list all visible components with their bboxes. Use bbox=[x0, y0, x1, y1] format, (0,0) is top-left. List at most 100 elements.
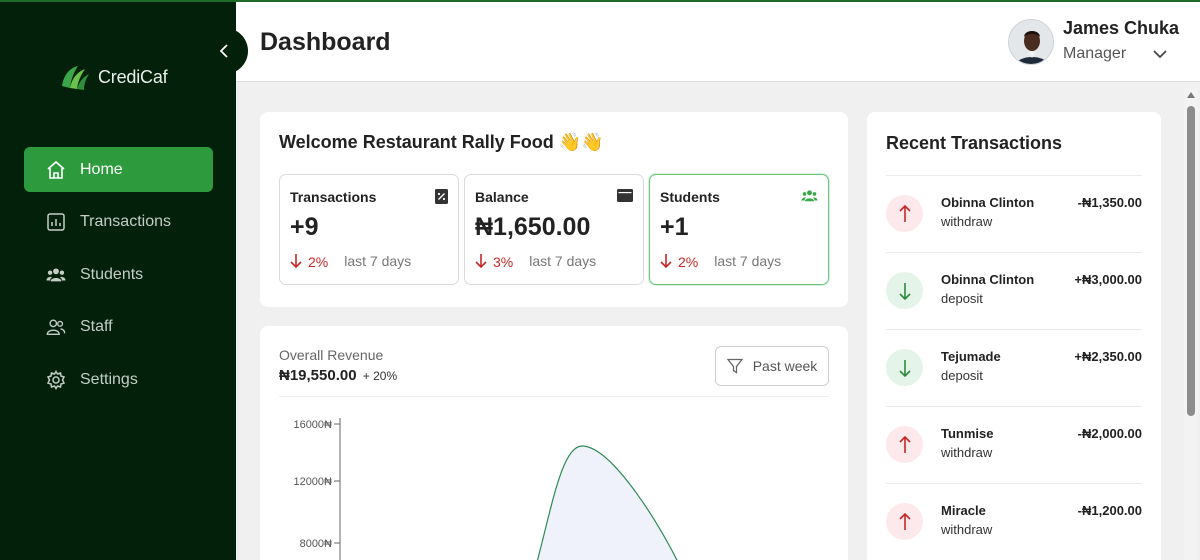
transaction-amount: +₦2,350.00 bbox=[1074, 349, 1142, 364]
stat-change: 2% bbox=[308, 254, 329, 270]
app-name: CrediCaf bbox=[98, 66, 168, 87]
y-tick-label: 8000₦ bbox=[300, 538, 332, 550]
stat-label: Students bbox=[660, 189, 720, 205]
transaction-name: Tejumade bbox=[941, 349, 1001, 364]
arrow-down-icon bbox=[475, 253, 487, 268]
stat-change: 2% bbox=[678, 254, 699, 270]
sidebar-item-transactions[interactable]: Transactions bbox=[24, 200, 213, 245]
list-item[interactable]: Obinna Clinton deposit +₦3,000.00 bbox=[886, 252, 1142, 329]
list-item[interactable]: Miracle withdraw -₦1,200.00 bbox=[886, 483, 1142, 560]
stat-footer: 2% last 7 days bbox=[290, 251, 411, 270]
y-tick-12000: 12000₦ bbox=[293, 476, 340, 488]
revenue-change: + 20% bbox=[362, 369, 398, 383]
app-logo[interactable]: CrediCaf bbox=[58, 60, 168, 94]
arrow-down-icon bbox=[290, 253, 302, 268]
user-name: James Chuka bbox=[1063, 18, 1180, 38]
leaf-logo-icon bbox=[62, 66, 89, 90]
stat-label: Transactions bbox=[290, 189, 377, 205]
transaction-type: deposit bbox=[941, 291, 983, 306]
arrow-up-icon bbox=[886, 426, 923, 463]
list-item[interactable]: Tunmise withdraw -₦2,000.00 bbox=[886, 406, 1142, 483]
sidebar-nav: Home Transactions Students Staff Setting… bbox=[24, 147, 213, 410]
avatar[interactable] bbox=[1008, 19, 1054, 65]
sidebar-item-settings[interactable]: Settings bbox=[24, 357, 213, 402]
stat-period: last 7 days bbox=[344, 252, 412, 269]
transaction-type: withdraw bbox=[941, 522, 993, 537]
revenue-card: Overall Revenue ₦19,550.00 + 20% Past we… bbox=[260, 326, 848, 560]
stat-period: last 7 days bbox=[714, 252, 782, 269]
transaction-name: Obinna Clinton bbox=[941, 195, 1035, 210]
arrow-down-icon bbox=[886, 349, 923, 386]
arrow-down-icon bbox=[660, 253, 672, 268]
users-icon bbox=[801, 189, 818, 207]
stat-change: 3% bbox=[493, 254, 514, 270]
list-item[interactable]: Tejumade deposit +₦2,350.00 bbox=[886, 329, 1142, 406]
sidebar-item-label: Home bbox=[80, 160, 123, 178]
transaction-name: Miracle bbox=[941, 503, 986, 518]
welcome-card: Welcome Restaurant Rally Food 👋👋 Transac… bbox=[260, 112, 848, 307]
sidebar-item-students[interactable]: Students bbox=[24, 252, 213, 297]
y-tick-16000: 16000₦ bbox=[293, 419, 340, 431]
gear-icon bbox=[46, 369, 66, 390]
transaction-amount: -₦1,350.00 bbox=[1077, 195, 1142, 210]
page-title: Dashboard bbox=[260, 28, 391, 56]
filter-label: Past week bbox=[752, 358, 818, 374]
sidebar-item-label: Staff bbox=[80, 318, 113, 335]
staff-icon bbox=[46, 317, 66, 337]
sidebar-collapse-button[interactable] bbox=[202, 28, 248, 74]
wallet-icon bbox=[617, 189, 633, 207]
page-scrollbar[interactable] bbox=[1184, 88, 1198, 560]
filter-icon bbox=[726, 358, 743, 374]
chevron-down-icon[interactable] bbox=[1153, 46, 1167, 64]
stat-card-transactions[interactable]: Transactions +9 2% last 7 days bbox=[279, 174, 459, 285]
stat-card-students[interactable]: Students +1 2% last 7 days bbox=[649, 174, 829, 285]
recent-transactions-title: Recent Transactions bbox=[886, 133, 1063, 153]
stat-value: +9 bbox=[290, 213, 319, 241]
stat-label: Balance bbox=[475, 189, 529, 205]
stat-footer: 2% last 7 days bbox=[660, 251, 781, 270]
user-role: Manager bbox=[1063, 45, 1127, 62]
revenue-value: ₦19,550.00 bbox=[279, 367, 357, 384]
y-tick-label: 12000₦ bbox=[293, 476, 332, 488]
transaction-type: withdraw bbox=[941, 214, 993, 229]
sidebar-item-label: Transactions bbox=[80, 213, 171, 230]
sidebar: CrediCaf Home Transactions Students Staf… bbox=[0, 2, 236, 560]
bar-chart-icon bbox=[46, 212, 66, 232]
list-item[interactable]: Obinna Clinton withdraw -₦1,350.00 bbox=[886, 175, 1142, 252]
transaction-amount: -₦2,000.00 bbox=[1077, 426, 1142, 441]
stat-value: ₦1,650.00 bbox=[475, 213, 591, 241]
divider bbox=[279, 396, 829, 397]
sidebar-item-staff[interactable]: Staff bbox=[24, 305, 213, 350]
revenue-value-row: ₦19,550.00 + 20% bbox=[279, 367, 397, 384]
scroll-up-icon[interactable] bbox=[1187, 92, 1195, 98]
stat-card-balance[interactable]: Balance ₦1,650.00 3% last 7 days bbox=[464, 174, 644, 285]
transaction-name: Obinna Clinton bbox=[941, 272, 1035, 287]
recent-transactions-card: Recent Transactions Obinna Clinton withd… bbox=[867, 112, 1161, 560]
top-header: Dashboard James Chuka Manager bbox=[236, 2, 1200, 82]
receipt-icon bbox=[435, 189, 448, 209]
arrow-down-icon bbox=[886, 272, 923, 309]
stat-footer: 3% last 7 days bbox=[475, 251, 596, 270]
sidebar-item-label: Settings bbox=[80, 370, 138, 388]
arrow-up-icon bbox=[886, 503, 923, 540]
y-tick-label: 16000₦ bbox=[293, 419, 332, 431]
scroll-thumb[interactable] bbox=[1187, 106, 1195, 416]
transaction-list: Obinna Clinton withdraw -₦1,350.00 Obinn… bbox=[886, 175, 1142, 560]
home-icon bbox=[46, 160, 66, 180]
transaction-name: Tunmise bbox=[941, 426, 994, 441]
stat-value: +1 bbox=[660, 213, 689, 241]
transaction-type: deposit bbox=[941, 368, 983, 383]
users-icon bbox=[46, 265, 66, 285]
revenue-label: Overall Revenue bbox=[279, 347, 384, 363]
transaction-type: withdraw bbox=[941, 445, 993, 460]
transaction-amount: +₦3,000.00 bbox=[1074, 272, 1142, 287]
arrow-up-icon bbox=[886, 195, 923, 232]
date-filter-button[interactable]: Past week bbox=[715, 346, 829, 386]
welcome-title: Welcome Restaurant Rally Food 👋👋 bbox=[279, 132, 604, 152]
y-tick-8000: 8000₦ bbox=[300, 538, 340, 550]
transaction-amount: -₦1,200.00 bbox=[1077, 503, 1142, 518]
revenue-area bbox=[537, 446, 677, 560]
sidebar-item-label: Students bbox=[80, 265, 144, 283]
stat-period: last 7 days bbox=[529, 252, 597, 269]
sidebar-item-home[interactable]: Home bbox=[24, 147, 213, 192]
